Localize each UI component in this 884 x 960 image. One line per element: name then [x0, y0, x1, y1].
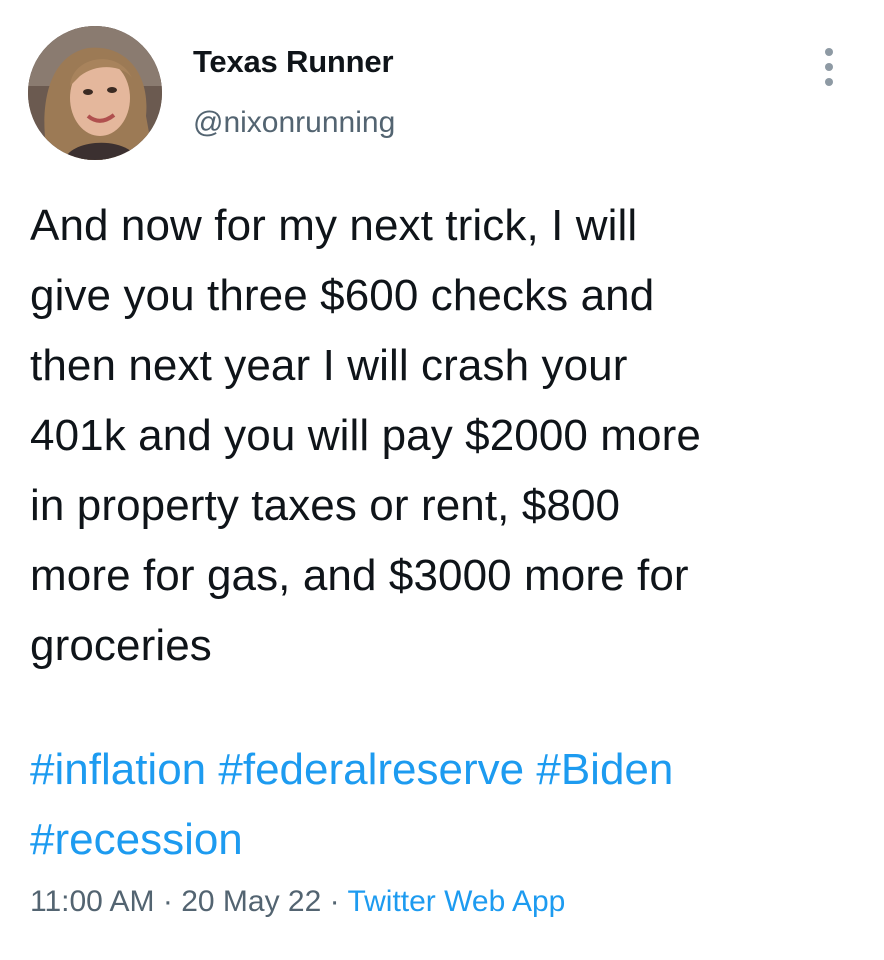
avatar-photo	[28, 26, 162, 160]
meta-separator: ·	[329, 885, 340, 918]
author-handle[interactable]: @nixonrunning	[193, 106, 395, 140]
avatar[interactable]	[28, 26, 162, 160]
meta-separator: ·	[162, 885, 173, 918]
hashtag-link[interactable]: #federalreserve	[218, 745, 524, 794]
tweet-meta: 11:00 AM · 20 May 22 · Twitter Web App	[30, 885, 565, 919]
more-dot-icon	[825, 63, 833, 71]
more-dot-icon	[825, 78, 833, 86]
hashtag-link[interactable]: #Biden	[536, 745, 673, 794]
tweet-hashtags: #inflation #federalreserve #Biden #recess…	[30, 735, 860, 875]
tweet-time[interactable]: 11:00 AM	[30, 885, 155, 918]
tweet-source-link[interactable]: Twitter Web App	[347, 885, 565, 918]
hashtag-link[interactable]: #inflation	[30, 745, 206, 794]
author-display-name[interactable]: Texas Runner	[193, 44, 394, 80]
hashtag-link[interactable]: #recession	[30, 815, 243, 864]
more-options-icon[interactable]	[814, 42, 844, 92]
tweet-card: Texas Runner @nixonrunning And now for m…	[0, 0, 884, 960]
tweet-text: And now for my next trick, I will give y…	[30, 201, 701, 670]
more-dot-icon	[825, 48, 833, 56]
tweet-date[interactable]: 20 May 22	[181, 885, 321, 918]
